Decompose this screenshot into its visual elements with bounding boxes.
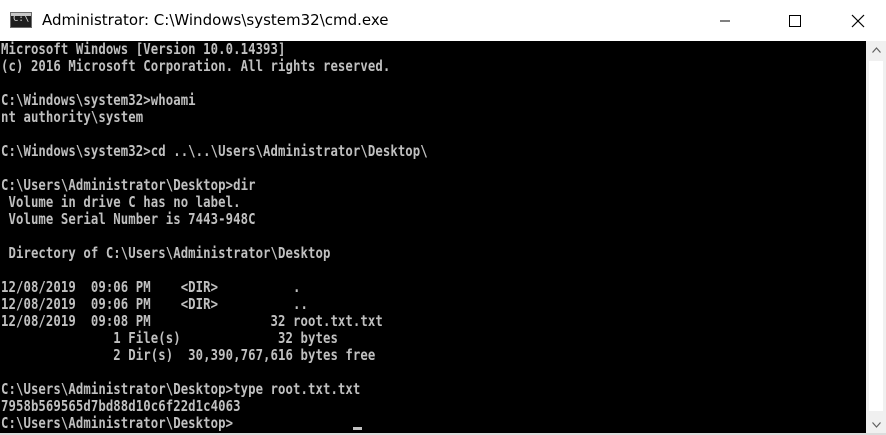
console-line: C:\Users\Administrator\Desktop>type root… — [1, 380, 361, 398]
text-cursor — [353, 427, 362, 430]
close-button[interactable] — [835, 0, 881, 41]
minimize-icon — [720, 20, 730, 21]
console-line: Microsoft Windows [Version 10.0.14393] — [1, 41, 286, 58]
vertical-scrollbar[interactable] — [866, 41, 886, 433]
console-line: Volume Serial Number is 7443-948C — [1, 210, 256, 228]
scroll-down-arrow-icon — [871, 421, 881, 428]
window-title: Administrator: C:\Windows\system32\cmd.e… — [42, 11, 389, 29]
title-bar[interactable]: C:\ Administrator: C:\Windows\system32\c… — [0, 0, 886, 41]
console-line: 2 Dir(s) 30,390,767,616 bytes free — [1, 346, 376, 364]
console-prompt-line: C:\Users\Administrator\Desktop> — [1, 414, 234, 432]
cmd-window: C:\ Administrator: C:\Windows\system32\c… — [0, 0, 886, 435]
console-line: (c) 2016 Microsoft Corporation. All righ… — [1, 57, 391, 75]
console-output[interactable]: Microsoft Windows [Version 10.0.14393] (… — [0, 41, 866, 433]
minimize-button[interactable] — [702, 0, 748, 41]
console-line: C:\Windows\system32>cd ..\..\Users\Admin… — [1, 142, 428, 160]
console-line: C:\Users\Administrator\Desktop>dir — [1, 176, 256, 194]
maximize-button[interactable] — [772, 0, 818, 41]
scroll-up-arrow-icon — [871, 46, 881, 53]
console-line: 1 File(s) 32 bytes — [1, 329, 338, 347]
scroll-up-button[interactable] — [866, 41, 886, 58]
console-line: nt authority\system — [1, 108, 144, 126]
scroll-down-button[interactable] — [866, 416, 886, 433]
console-line: 12/08/2019 09:08 PM 32 root.txt.txt — [1, 312, 383, 330]
maximize-icon — [789, 14, 801, 27]
console-line: 7958b569565d7bd88d10c6f22d1c4063 — [1, 397, 241, 415]
console-line: Directory of C:\Users\Administrator\Desk… — [1, 244, 331, 262]
console-icon-bar — [11, 13, 31, 16]
console-icon[interactable]: C:\ — [10, 12, 32, 28]
scroll-thumb[interactable] — [869, 61, 883, 411]
console-line: Volume in drive C has no label. — [1, 193, 241, 211]
console-line: 12/08/2019 09:06 PM <DIR> .. — [1, 295, 308, 313]
console-line: C:\Windows\system32>whoami — [1, 91, 196, 109]
console-line: 12/08/2019 09:06 PM <DIR> . — [1, 278, 301, 296]
close-icon — [851, 14, 865, 27]
